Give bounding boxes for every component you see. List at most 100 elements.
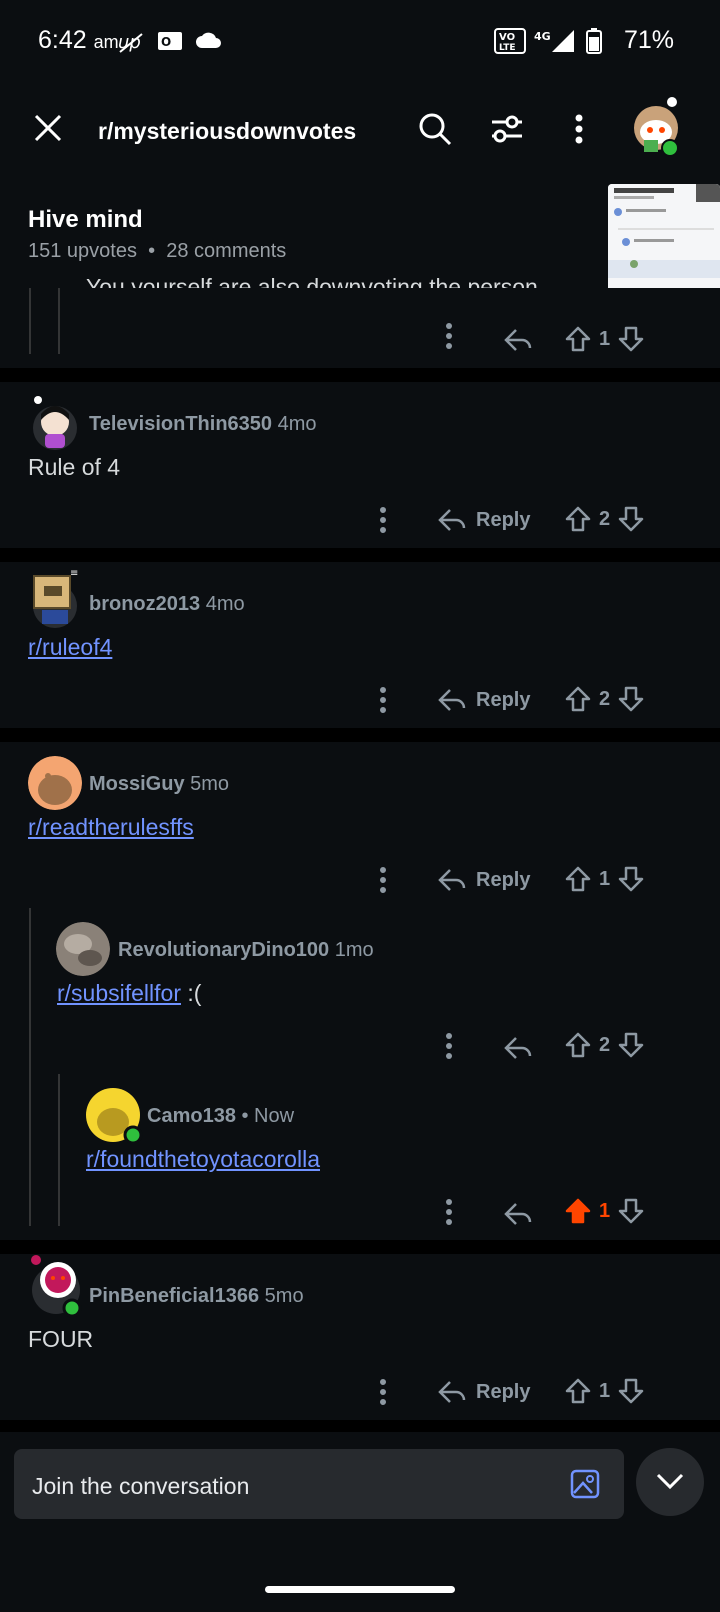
comment-partial: You yourself are also downvoting the per… (0, 274, 720, 368)
post-title[interactable]: Hive mind (28, 206, 143, 234)
reply-icon[interactable] (504, 1202, 532, 1226)
vote-count: 1 (599, 327, 611, 350)
subreddit-title[interactable]: r/mysteriousdownvotes (98, 118, 356, 145)
comment-text: :( (180, 980, 202, 1006)
thread-line (58, 288, 60, 354)
svg-text:≡: ≡ (70, 568, 78, 579)
comment-author[interactable]: bronoz2013 4mo (89, 593, 245, 616)
upvote-icon[interactable] (565, 1378, 591, 1404)
avatar[interactable]: ≡ (28, 564, 82, 630)
filter-icon[interactable] (490, 114, 524, 144)
comment-body: FOUR (28, 1326, 94, 1352)
upvote-icon[interactable] (565, 506, 591, 532)
vote-controls: 2 (565, 1032, 644, 1058)
vote-count: 1 (599, 1379, 611, 1402)
image-icon[interactable] (570, 1469, 600, 1499)
comment-age: 1mo (334, 939, 374, 961)
downvote-icon[interactable] (618, 506, 644, 532)
more-icon[interactable] (444, 1198, 454, 1233)
svg-text:4G: 4G (534, 30, 551, 43)
status-time: 6:42 am (38, 26, 119, 54)
comment-age: 4mo (205, 593, 245, 615)
home-indicator[interactable] (265, 1586, 455, 1593)
vote-count: 2 (599, 507, 611, 530)
downvote-icon[interactable] (618, 1032, 644, 1058)
cloud-icon (196, 32, 221, 48)
downvote-icon[interactable] (618, 686, 644, 712)
vote-count: 2 (599, 1033, 611, 1056)
thread-line (58, 1074, 60, 1226)
comment-author[interactable]: Camo138 • Now (147, 1105, 294, 1128)
downvote-icon[interactable] (618, 326, 644, 352)
comment-input-placeholder: Join the conversation (32, 1473, 250, 1499)
post-meta: 151 upvotes • 28 comments (28, 240, 286, 263)
upvote-count: 151 upvotes (28, 240, 137, 262)
reply-icon (438, 689, 466, 711)
avatar[interactable] (626, 96, 686, 158)
svg-text:LTE: LTE (499, 43, 516, 53)
vpn-icon: up (118, 32, 143, 53)
battery-percent: 71% (623, 26, 674, 54)
search-icon[interactable] (418, 112, 452, 146)
comment-author[interactable]: RevolutionaryDino100 1mo (118, 939, 374, 962)
avatar[interactable] (28, 1254, 84, 1320)
more-icon[interactable] (378, 506, 388, 541)
more-icon[interactable] (378, 866, 388, 901)
reply-icon (438, 1381, 466, 1403)
upvote-icon[interactable] (565, 866, 591, 892)
reply-button[interactable]: Reply (438, 1380, 530, 1404)
reply-button[interactable]: Reply (438, 508, 530, 532)
vote-controls: 1 (565, 326, 644, 352)
upvote-icon[interactable] (565, 1032, 591, 1058)
comment-age: 5mo (264, 1285, 304, 1307)
downvote-icon[interactable] (618, 1198, 644, 1224)
vote-count: 1 (599, 1199, 611, 1222)
subreddit-link[interactable]: r/subsifellfor (57, 980, 181, 1006)
chevron-down-icon (656, 1473, 684, 1490)
comment-age: 5mo (190, 773, 230, 795)
more-icon[interactable] (444, 1032, 454, 1067)
upvote-icon[interactable] (565, 1198, 591, 1224)
vote-controls: 2 (565, 686, 644, 712)
comment-author[interactable]: PinBeneficial1366 5mo (89, 1285, 304, 1308)
vote-controls: 1 (565, 866, 644, 892)
upvote-icon[interactable] (565, 326, 591, 352)
comment: PinBeneficial1366 5mo FOUR Reply 1 (0, 1254, 720, 1420)
more-icon[interactable] (378, 686, 388, 721)
reply-button[interactable]: Reply (438, 868, 530, 892)
close-icon[interactable] (34, 114, 62, 142)
thumbnail-image (608, 184, 720, 292)
avatar[interactable] (28, 396, 82, 450)
more-icon[interactable] (378, 1378, 388, 1413)
downvote-icon[interactable] (618, 866, 644, 892)
reply-icon[interactable] (504, 328, 532, 352)
svg-text:VO: VO (499, 32, 515, 43)
avatar[interactable] (56, 922, 110, 976)
downvote-icon[interactable] (618, 1378, 644, 1404)
subreddit-link[interactable]: r/foundthetoyotacorolla (86, 1146, 320, 1173)
comment-count: 28 comments (166, 240, 287, 262)
comment-author[interactable]: MossiGuy 5mo (89, 773, 229, 796)
avatar[interactable] (86, 1088, 143, 1145)
comment-thread: MossiGuy 5mo r/readtherulesffs Reply 1 R… (0, 742, 720, 1240)
upvote-icon[interactable] (565, 686, 591, 712)
subreddit-link[interactable]: r/readtherulesffs (28, 814, 194, 841)
status-bar: 6:42 am up O VO LTE 4G 71% (0, 0, 720, 84)
subreddit-link[interactable]: r/ruleof4 (28, 634, 112, 661)
more-icon[interactable] (574, 114, 584, 144)
avatar[interactable] (28, 756, 82, 810)
reply-label: Reply (476, 688, 531, 711)
reply-icon[interactable] (504, 1036, 532, 1060)
comment-author[interactable]: TelevisionThin6350 4mo (89, 413, 317, 436)
app-header: r/mysteriousdownvotes (0, 84, 720, 184)
comment: ≡ bronoz2013 4mo r/ruleof4 Reply 2 (0, 562, 720, 728)
comment-age: 4mo (277, 413, 317, 435)
more-icon[interactable] (444, 322, 454, 357)
comment: TelevisionThin6350 4mo Rule of 4 Reply 2 (0, 382, 720, 548)
outlook-icon: O (158, 32, 182, 50)
post-thumbnail[interactable] (608, 184, 720, 292)
collapse-button[interactable] (636, 1448, 704, 1516)
reply-button[interactable]: Reply (438, 688, 530, 712)
reply-icon (438, 509, 466, 531)
thread-line (29, 908, 31, 1226)
